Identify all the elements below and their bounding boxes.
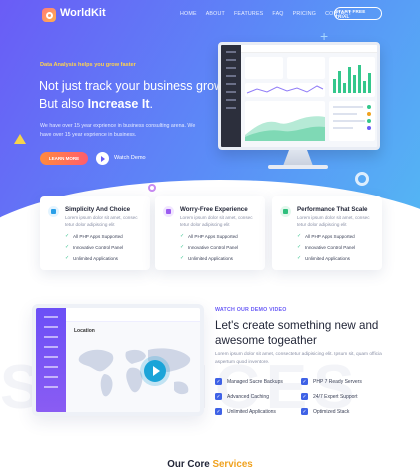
dashboard-monitor-illustration <box>218 42 380 150</box>
video-topbar <box>66 308 200 322</box>
logo-icon[interactable] <box>42 8 56 22</box>
feature-list-item: Unlimited Applications <box>65 255 123 267</box>
feature-list: All PHP Apps Supported Innovative Contro… <box>180 233 238 267</box>
video-frame-title: Location <box>74 328 95 334</box>
check-icon: ✓ <box>215 408 222 415</box>
chart-icon <box>280 206 291 217</box>
monitor-list-card <box>329 101 375 141</box>
feature-title: Worry-Free Experience <box>180 206 248 213</box>
monitor-sidebar <box>221 45 241 147</box>
monitor-base <box>268 165 328 169</box>
user-icon <box>163 206 174 217</box>
feature-card-worry-free: Worry-Free Experience Lorem ipsum dolor … <box>155 196 265 270</box>
learn-more-button[interactable]: LEARN MORE <box>40 152 88 165</box>
feature-list-item: Innovative Control Panel <box>65 244 123 256</box>
monitor-line-card <box>245 83 325 97</box>
main-menu: HOME ABOUT FEATURES FAQ PRICING CONTACT <box>180 11 352 17</box>
feature-item-label: Managed Sucre Backups <box>227 378 283 385</box>
feature-description: Lorem ipsum dolor sit amet, consec tetur… <box>297 215 370 227</box>
menu-item-features[interactable]: FEATURES <box>234 11 263 17</box>
check-icon: ✓ <box>301 408 308 415</box>
menu-item-about[interactable]: ABOUT <box>206 11 225 17</box>
check-icon: ✓ <box>301 393 308 400</box>
video-section-description: Lorem ipsum dolor sit amet, consectetur … <box>215 352 382 365</box>
start-trial-button[interactable]: START FREE TRIAL <box>334 7 382 20</box>
feature-list-item: All PHP Apps Supported <box>65 233 123 245</box>
feature-item: ✓ Advanced Caching <box>215 393 301 400</box>
feature-item-label: Unlimited Applications <box>227 408 276 415</box>
feature-card-simplicity: Simplicity And Choice Lorem ipsum dolor … <box>40 196 150 270</box>
video-section-label: WATCH OUR DEMO VIDEO <box>215 307 287 313</box>
feature-list: All PHP Apps Supported Innovative Contro… <box>297 233 355 267</box>
check-icon: ✓ <box>215 378 222 385</box>
feature-list-item: All PHP Apps Supported <box>297 233 355 245</box>
play-icon[interactable] <box>96 152 109 165</box>
menu-item-pricing[interactable]: PRICING <box>293 11 316 17</box>
headline-bold: Increase It <box>87 97 150 111</box>
circle-decoration-small <box>148 184 156 192</box>
check-icon: ✓ <box>215 393 222 400</box>
feature-list-item: Innovative Control Panel <box>180 244 238 256</box>
core-services-heading: Our Core Services <box>0 459 420 470</box>
video-sidebar <box>36 308 66 412</box>
headline-end: . <box>149 97 153 111</box>
demo-video-frame[interactable]: Location <box>32 304 204 416</box>
check-icon: ✓ <box>301 378 308 385</box>
feature-item-label: PHP 7 Ready Servers <box>313 378 362 385</box>
feature-item: ✓ Unlimited Applications <box>215 408 301 415</box>
circle-decoration <box>355 172 369 186</box>
logo-text[interactable]: WorldKit <box>60 7 106 19</box>
core-title-text: Our Core <box>167 459 213 470</box>
feature-title: Simplicity And Choice <box>65 206 131 213</box>
feature-item-label: Optimized Stack <box>313 408 350 415</box>
video-play-icon[interactable] <box>144 360 166 382</box>
feature-list-item: Innovative Control Panel <box>297 244 355 256</box>
monitor-topbar <box>241 45 377 53</box>
world-map-graphic <box>78 348 191 397</box>
feature-item: ✓ PHP 7 Ready Servers <box>301 378 387 385</box>
service-feature-list: ✓ Managed Sucre Backups ✓ PHP 7 Ready Serv… <box>215 378 395 415</box>
feature-item-label: Advanced Caching <box>227 393 269 400</box>
feature-item-label: 24/7 Expert Support <box>313 393 358 400</box>
hero-headline: Not just track your business growth, But… <box>39 77 239 113</box>
video-section-heading: Let's create something new and awesome t… <box>215 319 379 347</box>
triangle-decoration <box>14 134 26 144</box>
feature-list: All PHP Apps Supported Innovative Contro… <box>65 233 123 267</box>
hero-eyebrow: Data Analysis helps you grow faster <box>40 62 136 68</box>
menu-item-home[interactable]: HOME <box>180 11 197 17</box>
monitor-stat-card <box>245 57 283 79</box>
feature-description: Lorem ipsum dolor sit amet, consec tetur… <box>180 215 253 227</box>
monitor-area-chart <box>245 101 325 141</box>
monitor-stat-card <box>287 57 325 79</box>
watch-demo-link[interactable]: Watch Demo <box>114 155 146 161</box>
feature-description: Lorem ipsum dolor sit amet, consec tetur… <box>65 215 138 227</box>
feature-list-item: Unlimited Applications <box>180 255 238 267</box>
shield-icon <box>48 206 59 217</box>
monitor-bar-card <box>329 57 375 97</box>
feature-list-item: Unlimited Applications <box>297 255 355 267</box>
top-navigation: WorldKit HOME ABOUT FEATURES FAQ PRICING… <box>0 0 420 30</box>
feature-title: Performance That Scale <box>297 206 368 213</box>
menu-item-faq[interactable]: FAQ <box>272 11 283 17</box>
feature-item: ✓ 24/7 Expert Support <box>301 393 387 400</box>
feature-item: ✓ Managed Sucre Backups <box>215 378 301 385</box>
core-title-accent: Services <box>212 459 253 470</box>
hero-section: + WorldKit HOME ABOUT FEATURES FAQ PRICI… <box>0 0 420 222</box>
hero-description: We have over 15 year exprience in busine… <box>40 123 196 138</box>
feature-list-item: All PHP Apps Supported <box>180 233 238 245</box>
feature-item: ✓ Optimized Stack <box>301 408 387 415</box>
feature-card-performance: Performance That Scale Lorem ipsum dolor… <box>272 196 382 270</box>
